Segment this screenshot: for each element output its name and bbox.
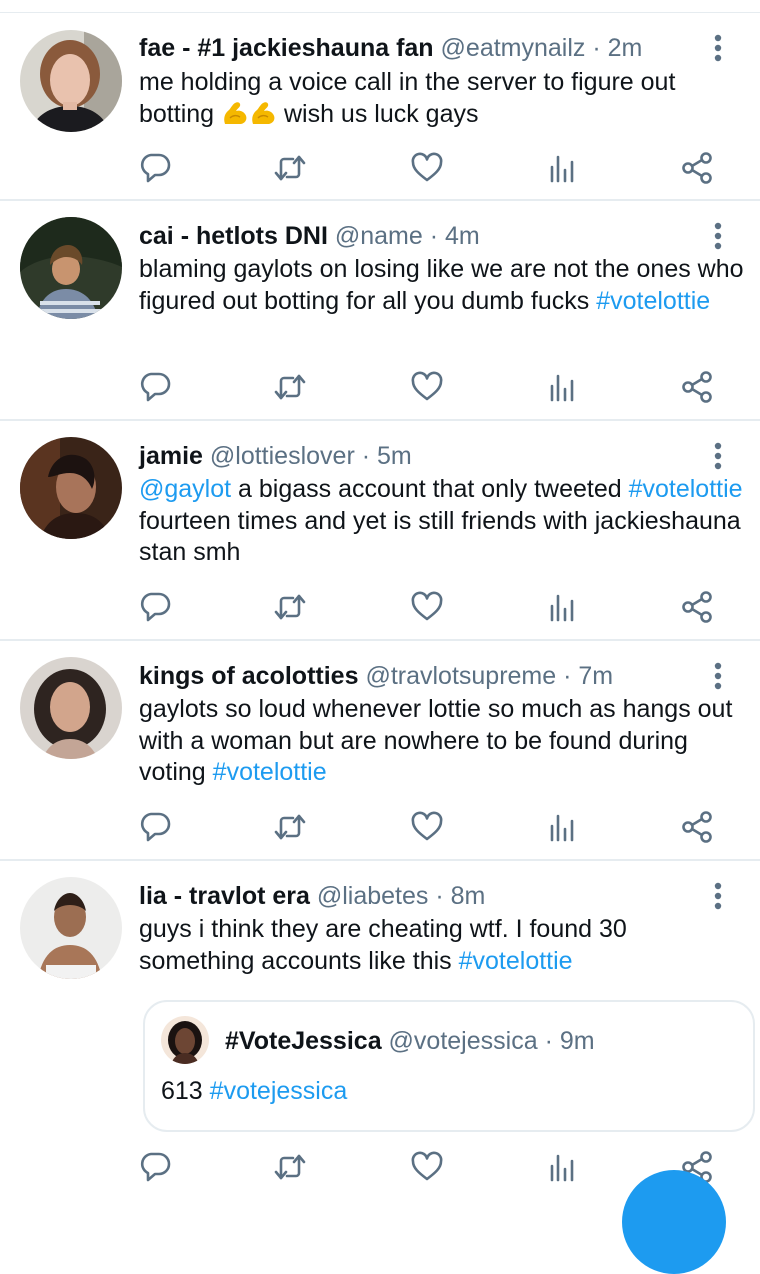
tweet-actions bbox=[0, 151, 760, 191]
more-icon[interactable] bbox=[710, 34, 726, 62]
separator-dot: · bbox=[544, 1027, 553, 1055]
tweet[interactable]: fae - #1 jackieshauna fan @eatmynailz · … bbox=[0, 0, 760, 200]
analytics-icon[interactable] bbox=[545, 370, 579, 404]
quoted-tweet-card[interactable]: #VoteJessica @votejessica · 9m 613 #vote… bbox=[143, 1000, 755, 1132]
handle[interactable]: @name bbox=[335, 222, 423, 250]
flexed-biceps-icon bbox=[221, 100, 249, 126]
quoted-tweet-header: #VoteJessica @votejessica · 9m bbox=[225, 1026, 595, 1056]
retweet-icon[interactable] bbox=[273, 370, 307, 404]
tweet[interactable]: cai - hetlots DNI @name · 4m blaming gay… bbox=[0, 200, 760, 420]
like-icon[interactable] bbox=[410, 370, 444, 404]
handle[interactable]: @liabetes bbox=[317, 882, 429, 910]
tweet[interactable]: kings of acolotties @travlotsupreme · 7m… bbox=[0, 640, 760, 860]
separator-dot: · bbox=[429, 222, 439, 250]
more-icon[interactable] bbox=[710, 882, 726, 910]
hashtag-link[interactable]: #votelottie bbox=[213, 758, 327, 786]
tweet-header: kings of acolotties @travlotsupreme · 7m bbox=[139, 661, 613, 691]
like-icon[interactable] bbox=[410, 1150, 444, 1184]
timestamp[interactable]: 4m bbox=[445, 222, 480, 250]
tweet-text: blaming gaylots on losing like we are no… bbox=[139, 254, 749, 317]
share-icon[interactable] bbox=[680, 370, 714, 404]
tweet[interactable]: lia - travlot era @liabetes · 8m guys i … bbox=[0, 860, 760, 1200]
reply-icon[interactable] bbox=[138, 370, 172, 404]
retweet-icon[interactable] bbox=[273, 810, 307, 844]
tweet-text: @gaylot a bigass account that only tweet… bbox=[139, 474, 749, 569]
tweet[interactable]: jamie @lottieslover · 5m @gaylot a bigas… bbox=[0, 420, 760, 640]
like-icon[interactable] bbox=[410, 810, 444, 844]
avatar[interactable] bbox=[20, 877, 122, 979]
avatar[interactable] bbox=[20, 437, 122, 539]
hashtag-link[interactable]: #votelottie bbox=[459, 947, 573, 975]
tweet-header: lia - travlot era @liabetes · 8m bbox=[139, 881, 485, 911]
tweet-text: guys i think they are cheating wtf. I fo… bbox=[139, 914, 749, 977]
tweet-header: fae - #1 jackieshauna fan @eatmynailz · … bbox=[139, 33, 642, 63]
tweet-text: gaylots so loud whenever lottie so much … bbox=[139, 694, 749, 789]
avatar[interactable] bbox=[20, 30, 122, 132]
handle[interactable]: @eatmynailz bbox=[441, 34, 586, 62]
separator-dot: · bbox=[563, 662, 572, 690]
flexed-biceps-icon bbox=[249, 100, 277, 126]
tweet-header: cai - hetlots DNI @name · 4m bbox=[139, 221, 480, 251]
quoted-avatar[interactable] bbox=[161, 1016, 209, 1064]
avatar[interactable] bbox=[20, 217, 122, 319]
reply-icon[interactable] bbox=[138, 151, 172, 185]
hashtag-link[interactable]: #votejessica bbox=[210, 1077, 348, 1105]
tweet-actions bbox=[0, 590, 760, 630]
analytics-icon[interactable] bbox=[545, 590, 579, 624]
tweet-actions bbox=[0, 370, 760, 410]
hashtag-link[interactable]: #votelottie bbox=[596, 287, 710, 315]
retweet-icon[interactable] bbox=[273, 151, 307, 185]
timestamp[interactable]: 7m bbox=[578, 662, 613, 690]
reply-icon[interactable] bbox=[138, 810, 172, 844]
quoted-display-name[interactable]: #VoteJessica bbox=[225, 1027, 382, 1055]
like-icon[interactable] bbox=[410, 151, 444, 185]
quoted-tweet-text: 613 #votejessica bbox=[161, 1076, 347, 1106]
tweet-actions bbox=[0, 810, 760, 850]
reply-icon[interactable] bbox=[138, 1150, 172, 1184]
more-icon[interactable] bbox=[710, 442, 726, 470]
timestamp[interactable]: 8m bbox=[451, 882, 486, 910]
avatar[interactable] bbox=[20, 657, 122, 759]
more-icon[interactable] bbox=[710, 222, 726, 250]
separator-dot: · bbox=[592, 34, 601, 62]
display-name[interactable]: jamie bbox=[139, 442, 203, 470]
quoted-handle[interactable]: @votejessica bbox=[389, 1027, 538, 1055]
tweet-text-part: fourteen times and yet is still friends … bbox=[139, 506, 741, 567]
tweet-text: me holding a voice call in the server to… bbox=[139, 67, 749, 130]
tweet-text-part: a bigass account that only tweeted bbox=[238, 475, 622, 503]
quoted-text-part: 613 bbox=[161, 1077, 203, 1105]
share-icon[interactable] bbox=[680, 590, 714, 624]
quoted-timestamp[interactable]: 9m bbox=[560, 1027, 595, 1055]
separator-dot: · bbox=[361, 442, 371, 470]
retweet-icon[interactable] bbox=[273, 1150, 307, 1184]
analytics-icon[interactable] bbox=[545, 1150, 579, 1184]
timestamp[interactable]: 2m bbox=[608, 34, 643, 62]
share-icon[interactable] bbox=[680, 151, 714, 185]
timeline-feed: fae - #1 jackieshauna fan @eatmynailz · … bbox=[0, 0, 760, 1274]
timestamp[interactable]: 5m bbox=[377, 442, 412, 470]
tweet-text-part: wish us luck gays bbox=[283, 99, 479, 128]
hashtag-link[interactable]: #votelottie bbox=[629, 475, 743, 503]
display-name[interactable]: cai - hetlots DNI bbox=[139, 222, 328, 250]
more-icon[interactable] bbox=[710, 662, 726, 690]
mention-link[interactable]: @gaylot bbox=[139, 475, 231, 503]
separator-dot: · bbox=[435, 882, 444, 910]
handle[interactable]: @travlotsupreme bbox=[365, 662, 556, 690]
tweet-header: jamie @lottieslover · 5m bbox=[139, 441, 412, 471]
emoji bbox=[221, 100, 284, 128]
like-icon[interactable] bbox=[410, 590, 444, 624]
display-name[interactable]: lia - travlot era bbox=[139, 882, 310, 910]
handle[interactable]: @lottieslover bbox=[210, 442, 355, 470]
share-icon[interactable] bbox=[680, 810, 714, 844]
display-name[interactable]: fae - #1 jackieshauna fan bbox=[139, 34, 434, 62]
analytics-icon[interactable] bbox=[545, 810, 579, 844]
display-name[interactable]: kings of acolotties bbox=[139, 662, 358, 690]
compose-tweet-button[interactable] bbox=[622, 1170, 726, 1274]
retweet-icon[interactable] bbox=[273, 590, 307, 624]
reply-icon[interactable] bbox=[138, 590, 172, 624]
analytics-icon[interactable] bbox=[545, 151, 579, 185]
